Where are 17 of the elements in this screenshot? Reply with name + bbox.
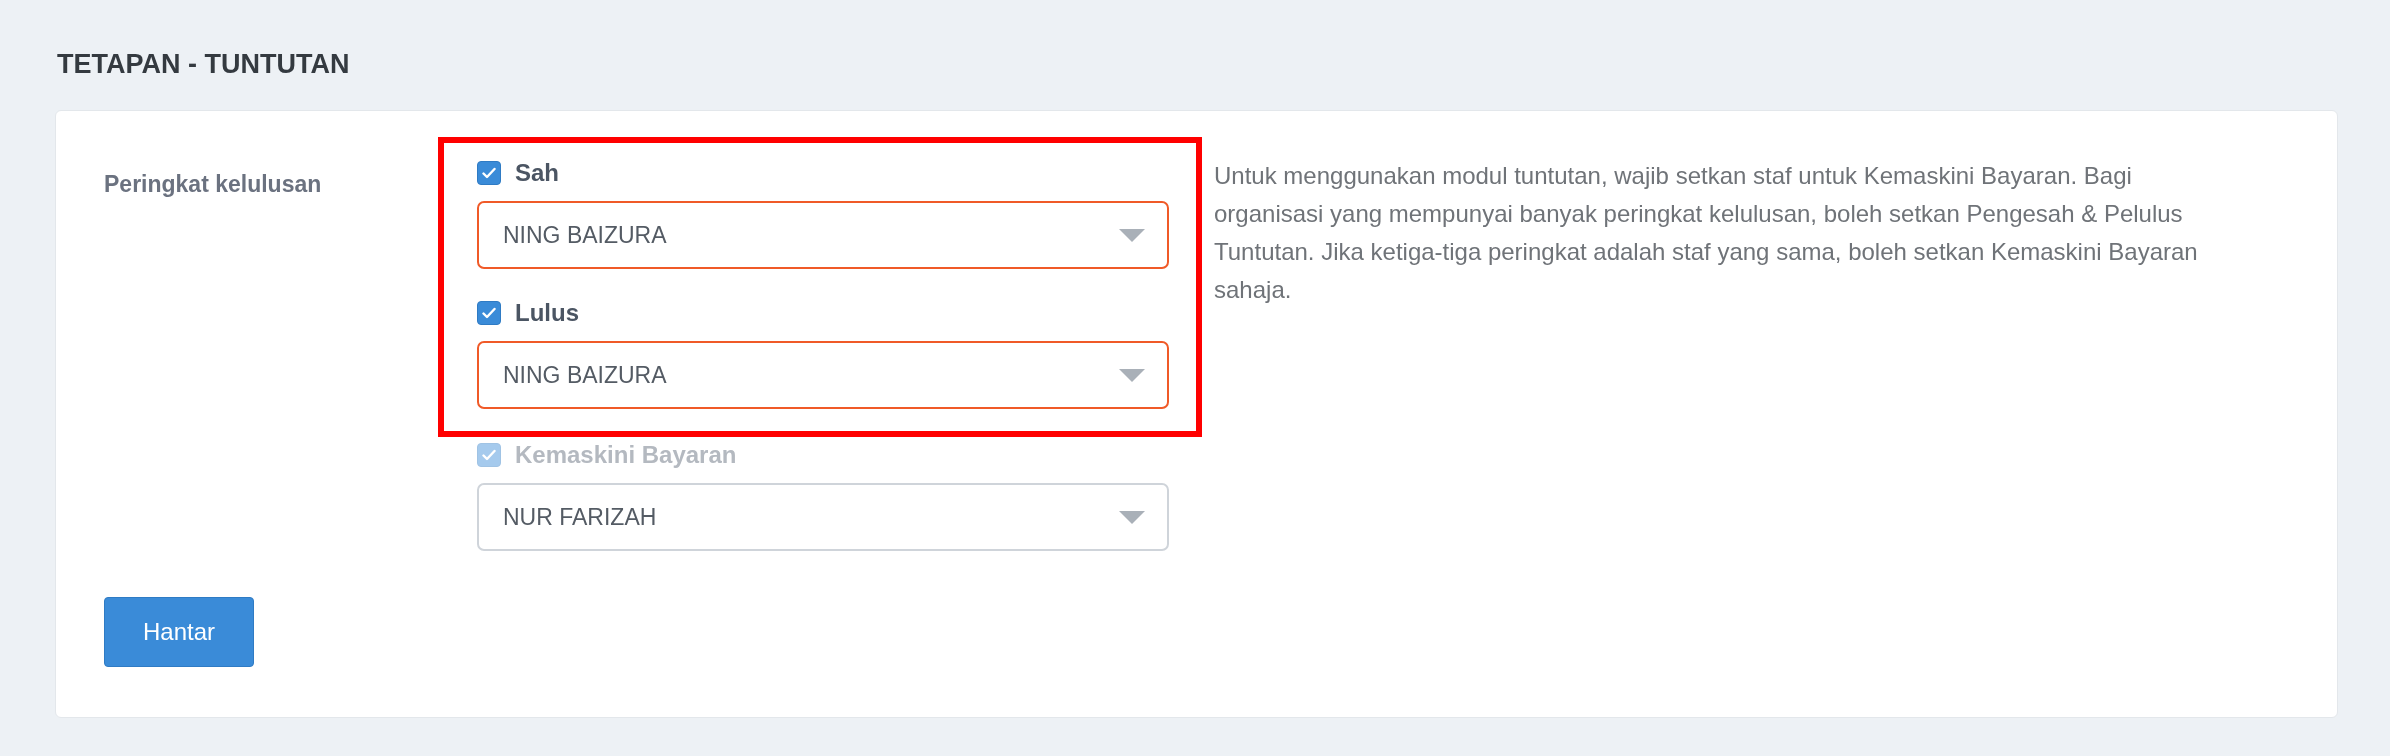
checkbox-label: Lulus: [515, 298, 579, 328]
dropdown-caret-icon: [1119, 510, 1145, 524]
page-title: TETAPAN - TUNTUTAN: [57, 48, 351, 81]
checkbox-label: Sah: [515, 158, 559, 188]
staff-select[interactable]: NING BAIZURA: [477, 201, 1169, 269]
dropdown-caret-icon: [1119, 368, 1145, 382]
checkbox[interactable]: [477, 301, 501, 325]
dropdown-caret-icon: [1119, 228, 1145, 242]
checkbox-label: Kemaskini Bayaran: [515, 440, 737, 470]
check-icon: [482, 167, 496, 179]
checkbox[interactable]: [477, 161, 501, 185]
help-text: Untuk menggunakan modul tuntutan, wajib setkan staf untuk Kemaskini Bayaran. Bagi organisasi yang mempunyai banyak peringkat kelulusan, boleh setkan Pengesah & Pelulus Tuntutan. Jika ketiga-tiga peringkat adalah staf yang sama, boleh setkan Kemaskini Bayaran sahaja.: [1213, 161, 2199, 305]
check-icon: [482, 307, 496, 319]
staff-select[interactable]: NING BAIZURA: [477, 341, 1169, 409]
section-label: Peringkat kelulusan: [104, 171, 322, 197]
check-icon: [482, 449, 496, 461]
submit-button[interactable]: Hantar: [104, 597, 254, 667]
